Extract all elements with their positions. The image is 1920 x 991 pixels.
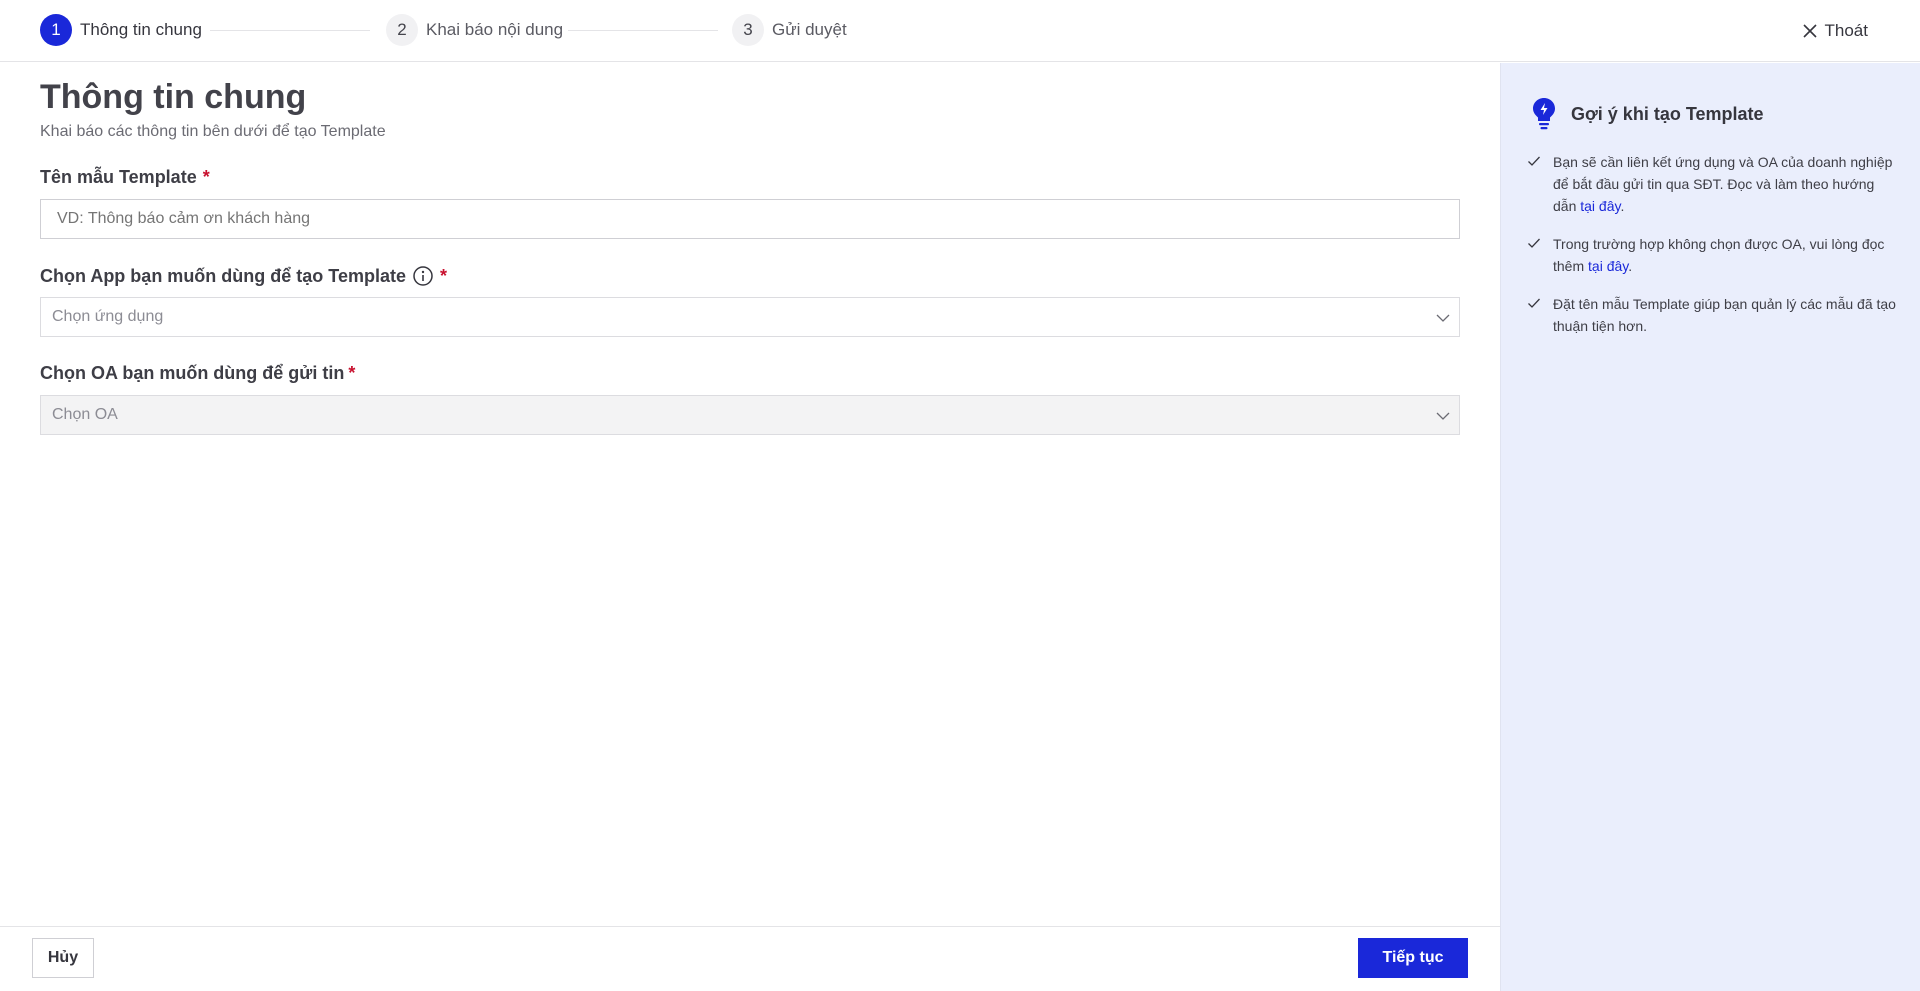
tip-link[interactable]: tại đây <box>1588 258 1628 274</box>
tips-title: Gợi ý khi tạo Template <box>1571 103 1764 124</box>
info-icon[interactable] <box>412 265 434 287</box>
oa-select-label: Chọn OA bạn muốn dùng để gửi tin * <box>40 363 355 384</box>
check-icon <box>1528 156 1540 166</box>
step-2[interactable]: 2 Khai báo nội dung <box>386 14 563 46</box>
tip-item: Bạn sẽ cần liên kết ứng dụng và OA của d… <box>1527 151 1897 217</box>
stepper-bar: 1 Thông tin chung 2 Khai báo nội dung 3 … <box>0 0 1920 62</box>
template-name-input[interactable] <box>40 199 1460 239</box>
step-number: 1 <box>40 14 72 46</box>
required-mark: * <box>202 167 210 187</box>
tip-text: Bạn sẽ cần liên kết ứng dụng và OA của d… <box>1553 151 1897 217</box>
tip-text: Đặt tên mẫu Template giúp bạn quản lý cá… <box>1553 293 1897 337</box>
lightbulb-icon <box>1533 98 1555 130</box>
footer-bar: Hủy Tiếp tục <box>0 926 1500 991</box>
tips-panel: Gợi ý khi tạo Template Bạn sẽ cần liên k… <box>1500 63 1920 991</box>
chevron-down-icon <box>1436 314 1450 322</box>
step-connector <box>210 30 370 31</box>
tip-item: Trong trường hợp không chọn được OA, vui… <box>1527 233 1897 277</box>
exit-button[interactable]: Thoát <box>1801 18 1868 44</box>
template-name-label: Tên mẫu Template * <box>40 167 210 188</box>
exit-label: Thoát <box>1824 21 1868 40</box>
step-label: Gửi duyệt <box>772 20 847 39</box>
next-button[interactable]: Tiếp tục <box>1358 938 1468 978</box>
label-text: Chọn OA bạn muốn dùng để gửi tin <box>40 363 345 383</box>
check-icon <box>1528 238 1540 248</box>
tips-header: Gợi ý khi tạo Template <box>1531 96 1764 132</box>
tip-body: Đặt tên mẫu Template giúp bạn quản lý cá… <box>1553 296 1896 334</box>
select-placeholder: Chọn OA <box>52 406 118 423</box>
tip-item: Đặt tên mẫu Template giúp bạn quản lý cá… <box>1527 293 1897 337</box>
step-label: Khai báo nội dung <box>426 20 564 39</box>
tip-link[interactable]: tại đây <box>1580 198 1620 214</box>
oa-select[interactable]: Chọn OA <box>40 395 1460 435</box>
step-3[interactable]: 3 Gửi duyệt <box>732 14 847 46</box>
chevron-down-icon <box>1436 412 1450 420</box>
check-icon <box>1528 298 1540 308</box>
tip-suffix: . <box>1620 198 1625 214</box>
step-connector <box>568 30 718 31</box>
label-text: Tên mẫu Template <box>40 167 197 187</box>
step-1[interactable]: 1 Thông tin chung <box>40 14 202 46</box>
form-area: Thông tin chung Khai báo các thông tin b… <box>0 63 1500 926</box>
close-icon <box>1802 24 1817 38</box>
required-mark: * <box>439 265 447 286</box>
step-number: 3 <box>732 14 764 46</box>
required-mark: * <box>348 363 356 383</box>
label-text: Chọn App bạn muốn dùng để tạo Template <box>40 265 406 286</box>
app-select[interactable]: Chọn ứng dụng <box>40 297 1460 337</box>
tip-text: Trong trường hợp không chọn được OA, vui… <box>1553 233 1897 277</box>
select-placeholder: Chọn ứng dụng <box>52 308 164 325</box>
cancel-button[interactable]: Hủy <box>32 938 94 978</box>
page-subtitle: Khai báo các thông tin bên dưới để tạo T… <box>40 123 386 140</box>
page-title: Thông tin chung <box>40 78 307 116</box>
step-label: Thông tin chung <box>80 20 202 39</box>
app-select-label: Chọn App bạn muốn dùng để tạo Template * <box>40 265 447 287</box>
step-number: 2 <box>386 14 418 46</box>
tip-suffix: . <box>1628 258 1633 274</box>
